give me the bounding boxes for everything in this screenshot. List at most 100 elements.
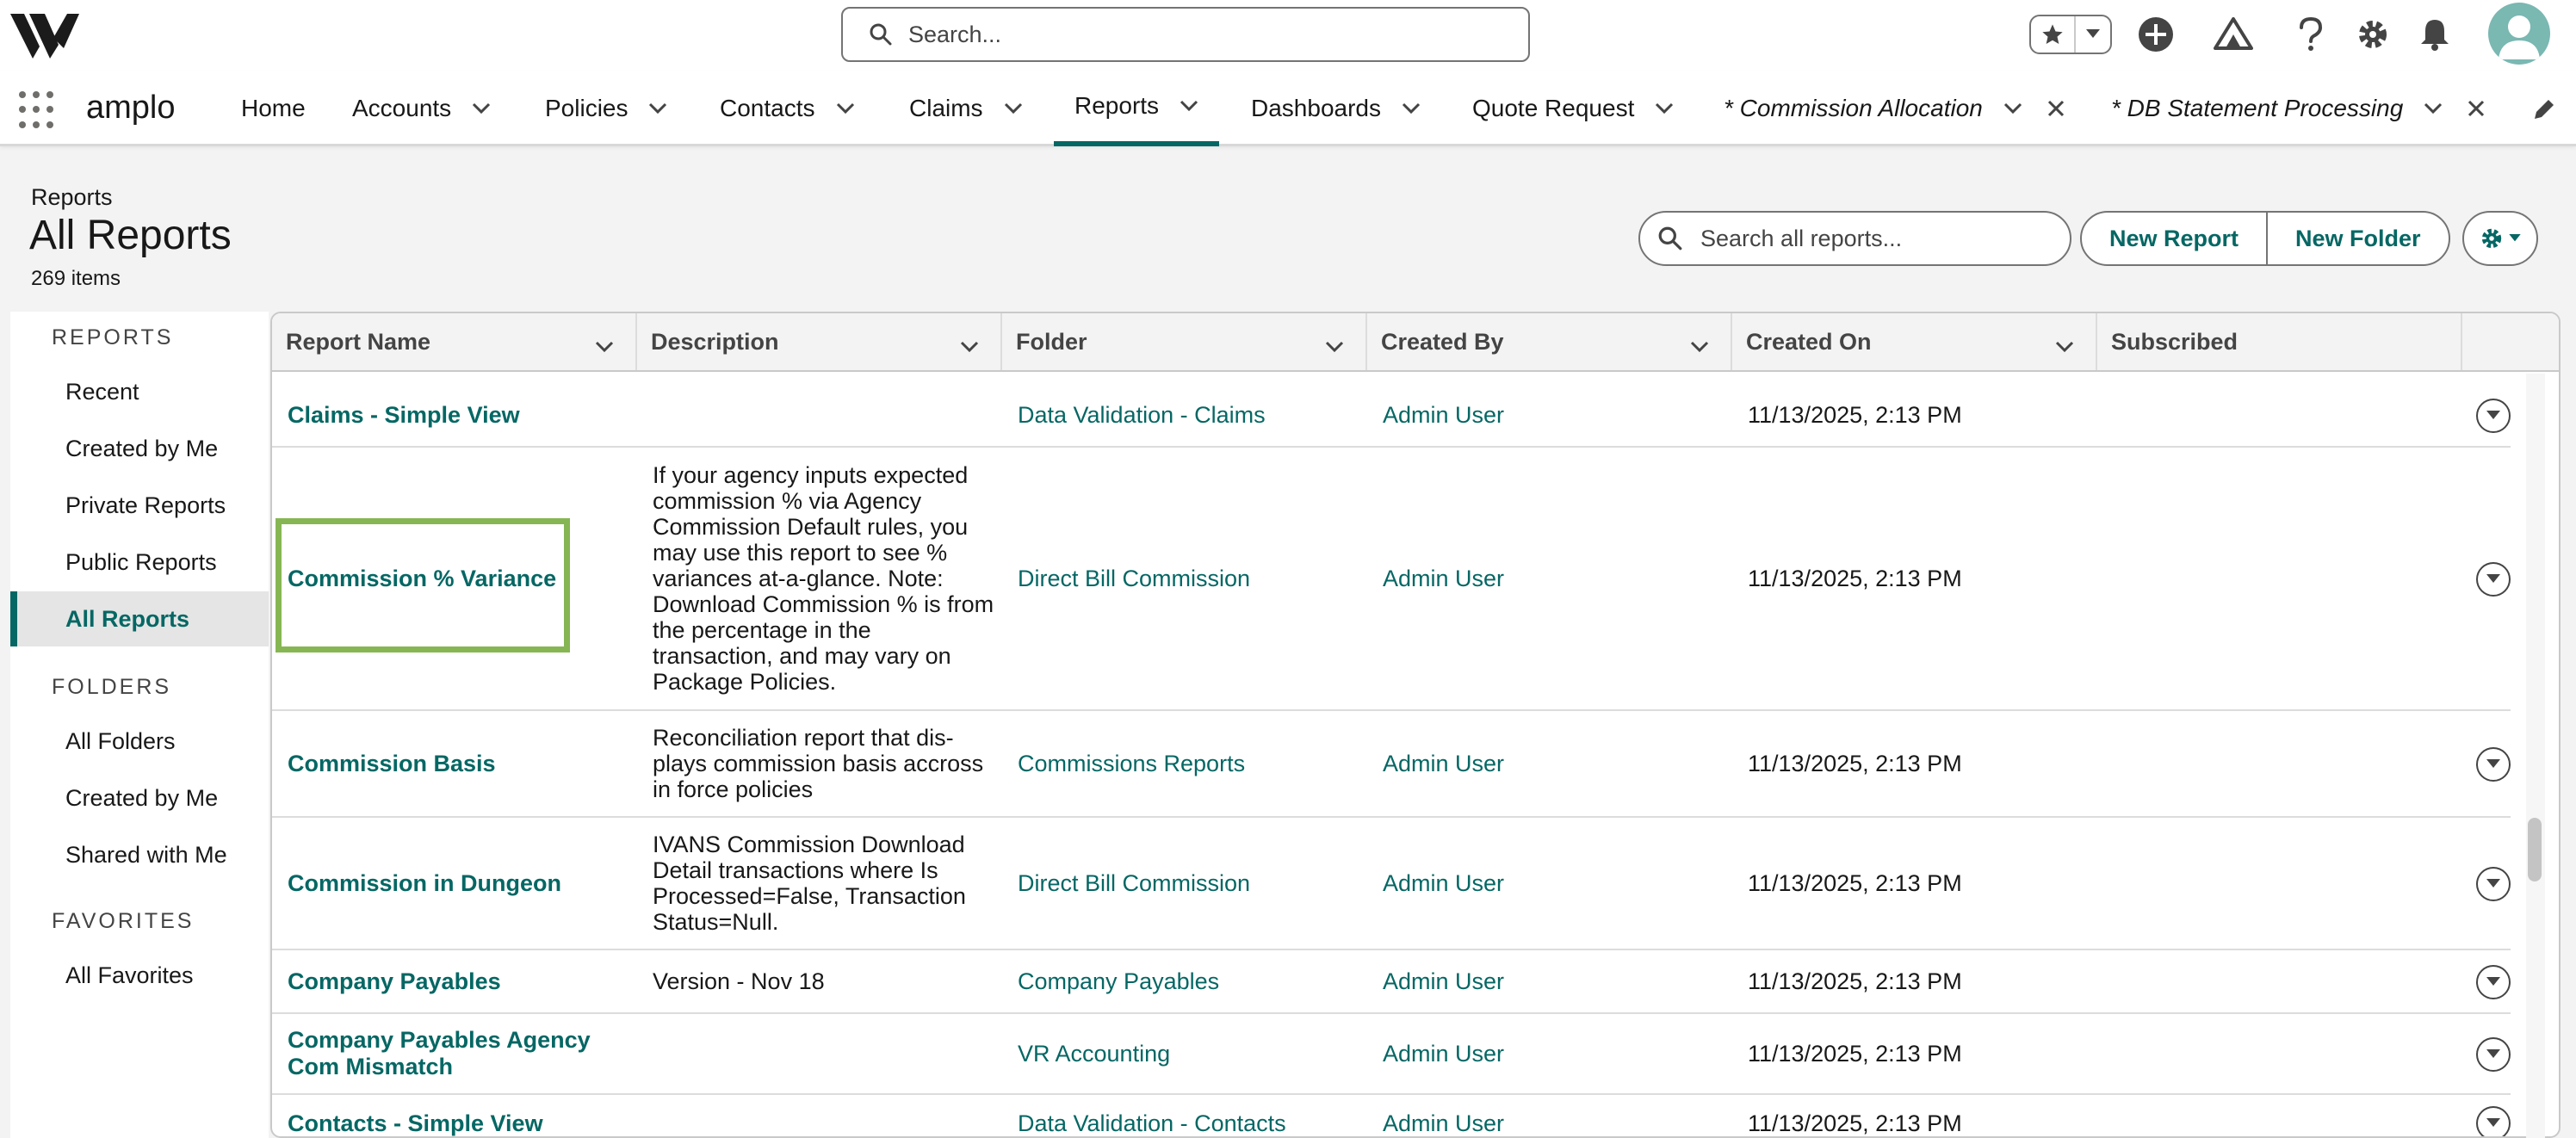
report-created-by-link[interactable]: Admin User [1383,950,1504,1012]
report-name-link[interactable]: Commission in Dungeon [288,818,632,949]
report-folder-link[interactable]: Commissions Reports [1018,711,1245,816]
row-actions-button[interactable] [2476,1106,2511,1136]
sidebar-item-created-by-me[interactable]: Created by Me [10,421,269,476]
sidebar-item-all-reports[interactable]: All Reports [10,591,269,646]
chevron-down-icon[interactable] [594,332,615,359]
app-launcher-button[interactable] [19,91,57,129]
chevron-down-icon[interactable] [2003,102,2022,114]
nav-item-reports[interactable]: Reports [1054,71,1220,146]
sidebar-item-shared-with-me[interactable]: Shared with Me [10,827,269,882]
sidebar-item-private-reports[interactable]: Private Reports [10,478,269,533]
nav-item-dashboards[interactable]: Dashboards [1251,71,1421,146]
nav-item-accounts[interactable]: Accounts [352,71,491,146]
chevron-down-icon[interactable] [1180,100,1198,112]
reports-sidebar: REPORTS Recent Created by Me Private Rep… [10,312,269,1138]
report-folder-link[interactable]: VR Accounting [1018,1014,1170,1093]
new-folder-button[interactable]: New Folder [2266,213,2449,264]
column-header-report-name[interactable]: Report Name [272,313,637,370]
report-folder-link[interactable]: Direct Bill Commission [1018,818,1250,949]
report-folder-link[interactable]: Data Validation - Contacts [1018,1095,1286,1136]
sidebar-heading-favorites: FAVORITES [52,909,195,933]
report-created-by-link[interactable]: Admin User [1383,448,1504,709]
row-actions-button[interactable] [2476,965,2511,999]
amplo-logo[interactable] [10,7,79,59]
report-name-link[interactable]: Company Payables Agency Com Mismatch [288,1014,632,1093]
report-folder-link[interactable]: Company Payables [1018,950,1219,1012]
chevron-down-icon[interactable] [1402,102,1421,114]
close-tab-icon[interactable] [2047,99,2065,118]
nav-item-home[interactable]: Home [241,71,306,146]
report-created-by-link[interactable]: Admin User [1383,818,1504,949]
chevron-down-icon[interactable] [472,102,491,114]
help-button[interactable] [2288,12,2333,57]
page-title: All Reports [29,213,232,258]
sidebar-item-all-folders[interactable]: All Folders [10,714,269,769]
chevron-down-icon[interactable] [1655,102,1674,114]
chevron-down-icon[interactable] [959,332,980,359]
nav-tab-commission-allocation[interactable]: * Commission Allocation [1724,71,2065,146]
table-scrollbar-thumb[interactable] [2528,818,2542,881]
chevron-down-icon[interactable] [836,102,855,114]
favorites-dropdown-button[interactable] [2076,29,2110,40]
nav-tab-db-statement-processing[interactable]: * DB Statement Processing [2111,71,2486,146]
notifications-button[interactable] [2412,12,2457,57]
new-report-button[interactable]: New Report [2082,213,2266,264]
column-header-folder[interactable]: Folder [1002,313,1367,370]
row-actions-button[interactable] [2476,747,2511,782]
sidebar-item-all-favorites[interactable]: All Favorites [10,948,269,1003]
trailhead-button[interactable] [2211,12,2256,57]
chevron-down-icon[interactable] [1689,332,1710,359]
close-tab-icon[interactable] [2467,99,2486,118]
setup-button[interactable] [2350,12,2395,57]
column-label: Description [651,328,779,355]
global-header: Search... [0,0,2576,71]
table-row: Contacts - Simple View Data Validation -… [272,1095,2511,1136]
column-header-description[interactable]: Description [637,313,1002,370]
column-header-created-on[interactable]: Created On [1732,313,2097,370]
row-actions-button[interactable] [2476,867,2511,901]
nav-item-contacts[interactable]: Contacts [720,71,855,146]
report-created-by-link[interactable]: Admin User [1383,711,1504,816]
report-name-link[interactable]: Claims - Simple View [288,384,632,446]
report-name-link[interactable]: Contacts - Simple View [288,1095,632,1136]
sidebar-item-public-reports[interactable]: Public Reports [10,535,269,590]
chevron-down-icon[interactable] [1324,332,1345,359]
report-created-by-link[interactable]: Admin User [1383,1095,1504,1136]
report-name-link[interactable]: Commission Basis [288,711,632,816]
table-scrollbar-track[interactable] [2526,374,2545,1138]
plus-circle-icon [2139,17,2173,52]
reports-table: Report Name Description Folder Created B… [270,312,2561,1138]
row-actions-button[interactable] [2476,399,2511,433]
global-search-input[interactable]: Search... [841,7,1530,62]
report-folder-link[interactable]: Direct Bill Commission [1018,448,1250,709]
chevron-down-icon[interactable] [2424,102,2443,114]
nav-item-claims[interactable]: Claims [909,71,1023,146]
report-created-by-link[interactable]: Admin User [1383,384,1504,446]
row-actions-button[interactable] [2476,1037,2511,1072]
column-header-subscribed[interactable]: Subscribed [2097,313,2462,370]
report-created-on: 11/13/2025, 2:13 PM [1748,869,1962,896]
sidebar-item-folders-created-by-me[interactable]: Created by Me [10,770,269,826]
chevron-down-icon [2486,574,2500,583]
edit-nav-pencil-icon[interactable] [2531,96,2557,127]
list-settings-button[interactable] [2462,211,2538,266]
report-name-link[interactable]: Company Payables [288,950,632,1012]
breadcrumb[interactable]: Reports [31,184,113,211]
chevron-down-icon[interactable] [2054,332,2075,359]
column-header-created-by[interactable]: Created By [1367,313,1732,370]
nav-item-quote-request[interactable]: Quote Request [1472,71,1674,146]
highlight-box [276,518,570,652]
report-folder-link[interactable]: Data Validation - Claims [1018,384,1266,446]
chevron-down-icon[interactable] [1004,102,1023,114]
report-created-on: 11/13/2025, 2:13 PM [1748,1040,1962,1067]
search-reports-input[interactable]: Search all reports... [1638,211,2071,266]
global-actions-button[interactable] [2133,12,2178,57]
report-created-by-link[interactable]: Admin User [1383,1014,1504,1093]
favorite-star-button[interactable] [2031,16,2076,53]
user-avatar[interactable] [2488,3,2550,65]
search-icon [1658,226,1682,250]
row-actions-button[interactable] [2476,562,2511,597]
nav-item-policies[interactable]: Policies [545,71,667,146]
chevron-down-icon[interactable] [648,102,667,114]
sidebar-item-recent[interactable]: Recent [10,364,269,419]
